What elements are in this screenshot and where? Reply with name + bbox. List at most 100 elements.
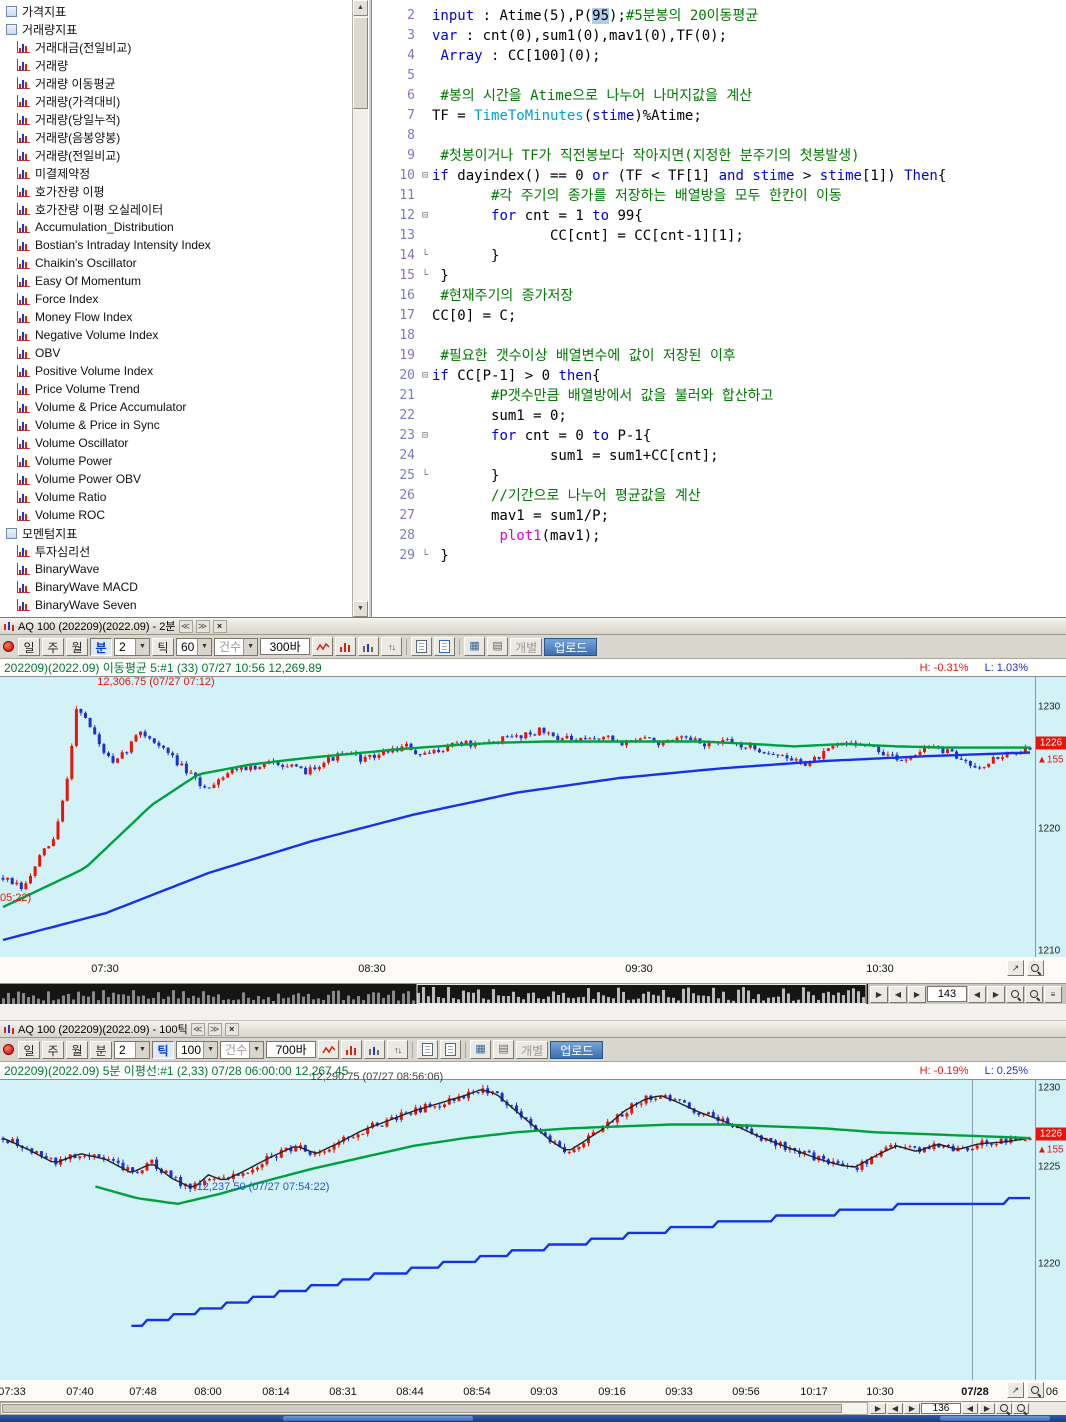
zoom-in-button[interactable] [1006, 986, 1024, 1003]
record-icon[interactable] [3, 641, 14, 652]
fold-marker-icon[interactable]: ⊟ [418, 366, 432, 386]
code-line[interactable]: 27 mav1 = sum1/P; [372, 506, 1066, 526]
close-icon[interactable]: × [213, 620, 227, 633]
tree-item[interactable]: Positive Volume Index [0, 362, 352, 380]
scroll-down-icon[interactable]: ▼ [353, 601, 368, 617]
zoom-out-button[interactable] [1013, 1403, 1029, 1414]
chevron-down-icon[interactable]: ▼ [135, 1042, 149, 1058]
grid-view-icon[interactable]: ▦ [470, 1040, 491, 1059]
code-line[interactable]: 29└ } [372, 546, 1066, 566]
scroll-right-button[interactable]: ▶ [979, 1403, 995, 1414]
code-line[interactable]: 23⊟ for cnt = 0 to P-1{ [372, 426, 1066, 446]
tree-item[interactable]: 거래량(음봉양봉) [0, 128, 352, 146]
magnifier-icon[interactable] [1027, 1382, 1044, 1398]
code-line[interactable]: 10⊟if dayindex() == 0 or (TF < TF[1] and… [372, 166, 1066, 186]
chart2-titlebar[interactable]: AQ 100 (202209)(2022.09) - 100틱 ≪ ≫ × [0, 1021, 1066, 1038]
scroll-left-button[interactable]: ◀ [968, 986, 986, 1003]
interval-select[interactable]: 2▼ [114, 638, 150, 656]
code-line[interactable]: 7TF = TimeToMinutes(stime)%Atime; [372, 106, 1066, 126]
tick-count-select[interactable]: 100▼ [176, 1041, 218, 1059]
print-icon[interactable] [440, 1040, 461, 1059]
chart2-plot[interactable]: 12,290.75 (07/27 08:56:06)12,237.50 (07/… [0, 1080, 1035, 1380]
close-icon[interactable]: × [225, 1023, 239, 1036]
tree-item[interactable]: 거래대금(전일비교) [0, 38, 352, 56]
tree-item[interactable]: 호가잔량 이평 오실레이터 [0, 200, 352, 218]
code-line[interactable]: 2input : Atime(5),P(95);#5분봉의 20이동평균 [372, 6, 1066, 26]
bars-input[interactable] [260, 638, 310, 655]
new-document-icon[interactable] [417, 1040, 438, 1059]
grid-view-icon[interactable]: ▦ [464, 637, 485, 656]
code-line[interactable]: 18 [372, 326, 1066, 346]
chevron-down-icon[interactable]: ▼ [203, 1042, 217, 1058]
upload-button[interactable]: 업로드 [550, 1041, 603, 1059]
tree-item[interactable]: Easy Of Momentum [0, 272, 352, 290]
code-line[interactable]: 4 Array : CC[100](0); [372, 46, 1066, 66]
tree-item[interactable]: BinaryWave MACD [0, 578, 352, 596]
tree-item[interactable]: 거래량(가격대비) [0, 92, 352, 110]
zoom-in-button[interactable] [996, 1403, 1012, 1414]
record-icon[interactable] [3, 1044, 14, 1055]
chevron-down-icon[interactable]: ▼ [243, 639, 257, 655]
period-minute-button[interactable]: 분 [90, 1041, 112, 1059]
code-line[interactable]: 21 #P갯수만큼 배열방에서 값을 불러와 합산하고 [372, 386, 1066, 406]
tree-item[interactable]: Volume Power OBV [0, 470, 352, 488]
period-week-button[interactable]: 주 [42, 638, 64, 656]
chevron-down-icon[interactable]: ▼ [135, 639, 149, 655]
bar-chart-icon[interactable] [341, 1040, 362, 1059]
period-month-button[interactable]: 월 [66, 1041, 88, 1059]
next-window-icon[interactable]: ≫ [208, 1023, 222, 1036]
fold-marker-icon[interactable]: └ [418, 546, 432, 566]
code-line[interactable]: 8 [372, 126, 1066, 146]
tree-item[interactable]: 거래량(전일비교) [0, 146, 352, 164]
magnifier-icon[interactable] [1027, 960, 1044, 976]
expand-icon[interactable]: ↗ [1007, 960, 1024, 976]
line-chart-icon[interactable] [318, 1040, 339, 1059]
taskbar[interactable] [0, 1415, 1066, 1422]
tree-item[interactable]: Accumulation_Distribution [0, 218, 352, 236]
tick-button[interactable]: 틱 [152, 1041, 174, 1059]
code-line[interactable]: 14└ } [372, 246, 1066, 266]
go-end-button[interactable]: ▶ [870, 1403, 886, 1414]
tree-item[interactable]: Price Volume Trend [0, 380, 352, 398]
code-editor[interactable]: 2input : Atime(5),P(95);#5분봉의 20이동평균3var… [372, 0, 1066, 617]
overview-histogram[interactable] [0, 984, 868, 1004]
code-line[interactable]: 12⊟ for cnt = 1 to 99{ [372, 206, 1066, 226]
tree-item[interactable]: Force Index [0, 290, 352, 308]
tree-item[interactable]: 거래량 이동평균 [0, 74, 352, 92]
taskbar-item[interactable] [283, 1416, 473, 1421]
bar-chart-icon[interactable] [335, 637, 356, 656]
code-line[interactable]: 20⊟if CC[P-1] > 0 then{ [372, 366, 1066, 386]
tree-category[interactable]: 가격지표 [0, 2, 352, 20]
next-window-icon[interactable]: ≫ [196, 620, 210, 633]
code-line[interactable]: 26 //기간으로 나누어 평균값을 계산 [372, 486, 1066, 506]
print-icon[interactable] [434, 637, 455, 656]
code-line[interactable]: 9 #첫봉이거나 TF가 직전봉보다 작아지면(지정한 분주기의 첫봉발생) [372, 146, 1066, 166]
new-document-icon[interactable] [411, 637, 432, 656]
code-line[interactable]: 25└ } [372, 466, 1066, 486]
individual-button[interactable]: 개별 [510, 638, 542, 656]
tick-count-select[interactable]: 60▼ [176, 638, 212, 656]
tree-item[interactable]: Volume Power [0, 452, 352, 470]
horizontal-scrollbar[interactable] [0, 1402, 868, 1415]
table-view-icon[interactable]: ▤ [493, 1040, 514, 1059]
interval-select[interactable]: 2▼ [114, 1041, 150, 1059]
tree-item[interactable]: Volume & Price in Sync [0, 416, 352, 434]
menu-button[interactable]: ≡ [1044, 986, 1062, 1003]
period-minute-button[interactable]: 분 [90, 638, 112, 656]
prev-window-icon[interactable]: ≪ [191, 1023, 205, 1036]
tree-item[interactable]: BinaryWave Seven [0, 596, 352, 614]
code-line[interactable]: 17CC[0] = C; [372, 306, 1066, 326]
code-line[interactable]: 6 #봉의 시간을 Atime으로 나누어 나머지값을 계산 [372, 86, 1066, 106]
tick-button[interactable]: 틱 [152, 638, 174, 656]
page-forward-button[interactable]: ▶ [904, 1403, 920, 1414]
tree-item[interactable]: 미결제약정 [0, 164, 352, 182]
line-chart-icon[interactable] [312, 637, 333, 656]
bars-input[interactable] [266, 1041, 316, 1058]
count-select[interactable]: 건수▼ [214, 638, 258, 656]
code-line[interactable]: 22 sum1 = 0; [372, 406, 1066, 426]
chart1-plot[interactable]: 12,306.75 (07/27 07:12)05:22) [0, 677, 1035, 957]
prev-window-icon[interactable]: ≪ [179, 620, 193, 633]
scroll-right-button[interactable]: ▶ [987, 986, 1005, 1003]
chart1-xaxis[interactable]: ↗ 07:3008:3009:3010:30 [0, 957, 1066, 984]
fold-marker-icon[interactable]: └ [418, 266, 432, 286]
